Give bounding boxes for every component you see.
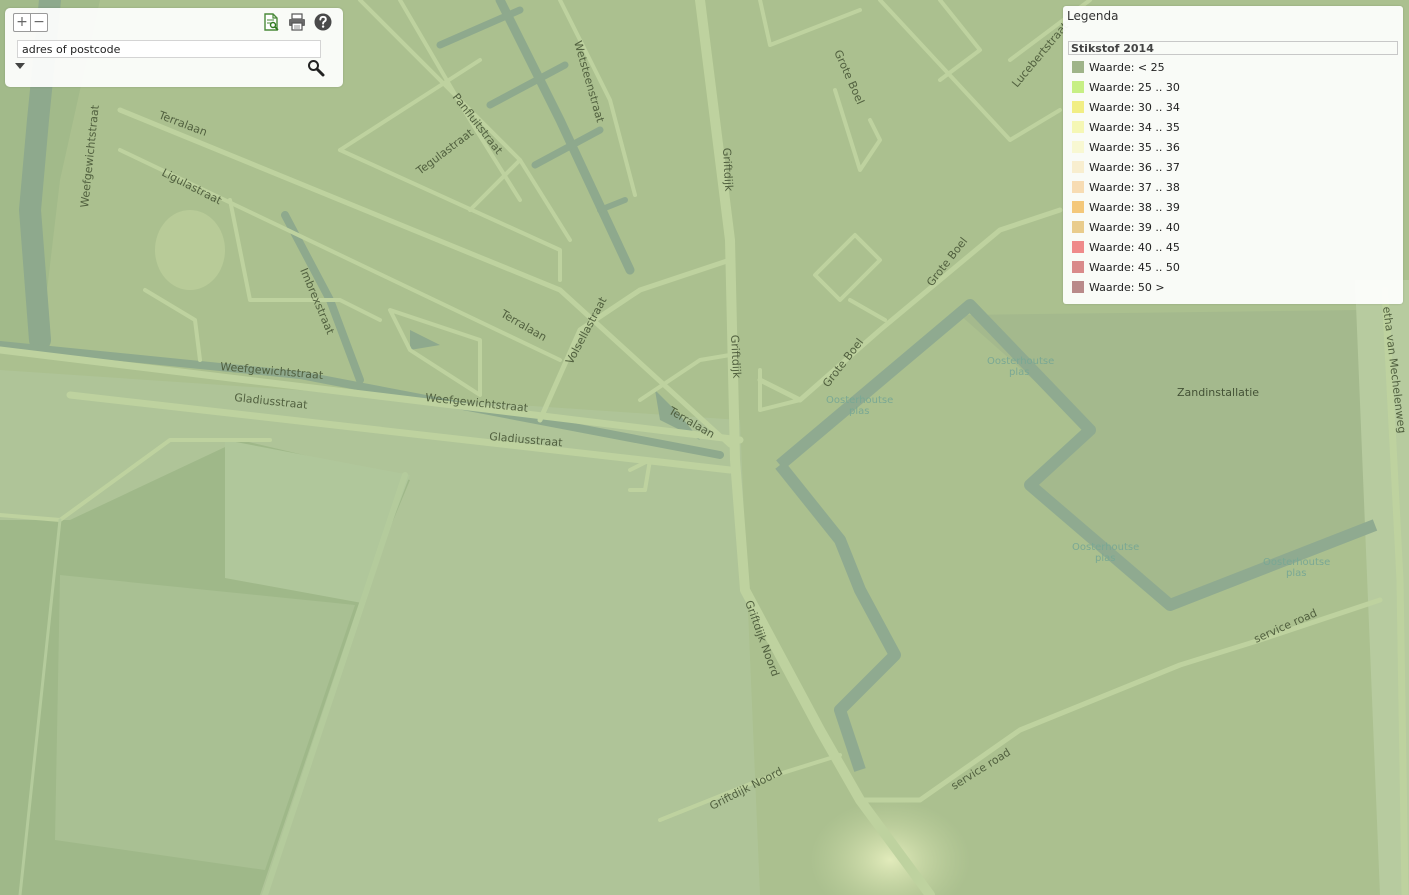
legend-title: Legenda	[1067, 9, 1119, 23]
search-options-dropdown-icon[interactable]	[15, 63, 25, 69]
water-label-plas-1b: plas	[1009, 367, 1029, 378]
legend-item-label: Waarde: 35 .. 36	[1089, 140, 1180, 154]
legend-item-label: Waarde: 45 .. 50	[1089, 260, 1180, 274]
print-icon[interactable]	[287, 12, 307, 32]
legend-item-label: Waarde: 34 .. 35	[1089, 120, 1180, 134]
legend-swatch	[1072, 281, 1084, 293]
water-label-plas-1a: Oosterhoutse	[987, 356, 1054, 367]
park-patch	[155, 210, 225, 290]
help-icon[interactable]	[313, 12, 333, 32]
legend-item-label: Waarde: 25 .. 30	[1089, 80, 1180, 94]
legend-layer-name: Stikstof 2014	[1068, 41, 1398, 55]
legend-panel: Legenda Stikstof 2014 Waarde: < 25 Waard…	[1063, 6, 1403, 304]
legend-swatch	[1072, 201, 1084, 213]
legend-item: Waarde: 35 .. 36	[1072, 137, 1180, 157]
search-button[interactable]	[307, 59, 325, 77]
legend-swatch	[1072, 61, 1084, 73]
legend-item: Waarde: 36 .. 37	[1072, 157, 1180, 177]
legend-item-label: Waarde: < 25	[1089, 60, 1165, 74]
legend-item-label: Waarde: 38 .. 39	[1089, 200, 1180, 214]
legend-swatch	[1072, 81, 1084, 93]
legend-swatch	[1072, 141, 1084, 153]
legend-swatch	[1072, 261, 1084, 273]
legend-item: Waarde: 30 .. 34	[1072, 97, 1180, 117]
legend-item: Waarde: 37 .. 38	[1072, 177, 1180, 197]
street-label-griftdijk-mid: Griftdijk	[728, 334, 743, 379]
legend-item: Waarde: < 25	[1072, 57, 1180, 77]
street-label-griftdijk-north: Griftdijk	[720, 147, 735, 192]
legend-item-label: Waarde: 50 >	[1089, 280, 1165, 294]
legend-item: Waarde: 34 .. 35	[1072, 117, 1180, 137]
legend-swatch	[1072, 181, 1084, 193]
legend-item: Waarde: 25 .. 30	[1072, 77, 1180, 97]
legend-swatch	[1072, 121, 1084, 133]
water-label-plas-4b: plas	[1286, 568, 1306, 579]
legend-item-label: Waarde: 36 .. 37	[1089, 160, 1180, 174]
legend-item-label: Waarde: 37 .. 38	[1089, 180, 1180, 194]
search-input[interactable]	[17, 40, 321, 58]
zoom-controls: + −	[13, 13, 48, 32]
legend-item: Waarde: 39 .. 40	[1072, 217, 1180, 237]
legend-swatch	[1072, 101, 1084, 113]
document-search-icon[interactable]	[261, 12, 281, 32]
legend-swatch	[1072, 241, 1084, 253]
legend-swatch	[1072, 221, 1084, 233]
map-toolbar: + −	[5, 8, 343, 87]
water-label-plas-2b: plas	[849, 406, 869, 417]
legend-swatch	[1072, 161, 1084, 173]
poi-label-zandinstallatie: Zandinstallatie	[1177, 386, 1259, 399]
water-label-plas-3a: Oosterhoutse	[1072, 542, 1139, 553]
legend-list: Waarde: < 25 Waarde: 25 .. 30 Waarde: 30…	[1072, 57, 1180, 297]
legend-item: Waarde: 40 .. 45	[1072, 237, 1180, 257]
zoom-out-button[interactable]: −	[30, 14, 47, 31]
water-label-plas-3b: plas	[1095, 553, 1115, 564]
legend-item: Waarde: 38 .. 39	[1072, 197, 1180, 217]
legend-item: Waarde: 50 >	[1072, 277, 1180, 297]
legend-item-label: Waarde: 40 .. 45	[1089, 240, 1180, 254]
legend-item-label: Waarde: 30 .. 34	[1089, 100, 1180, 114]
water-label-plas-4a: Oosterhoutse	[1263, 557, 1330, 568]
legend-item: Waarde: 45 .. 50	[1072, 257, 1180, 277]
legend-item-label: Waarde: 39 .. 40	[1089, 220, 1180, 234]
zoom-in-button[interactable]: +	[14, 14, 30, 31]
water-label-plas-2a: Oosterhoutse	[826, 395, 893, 406]
